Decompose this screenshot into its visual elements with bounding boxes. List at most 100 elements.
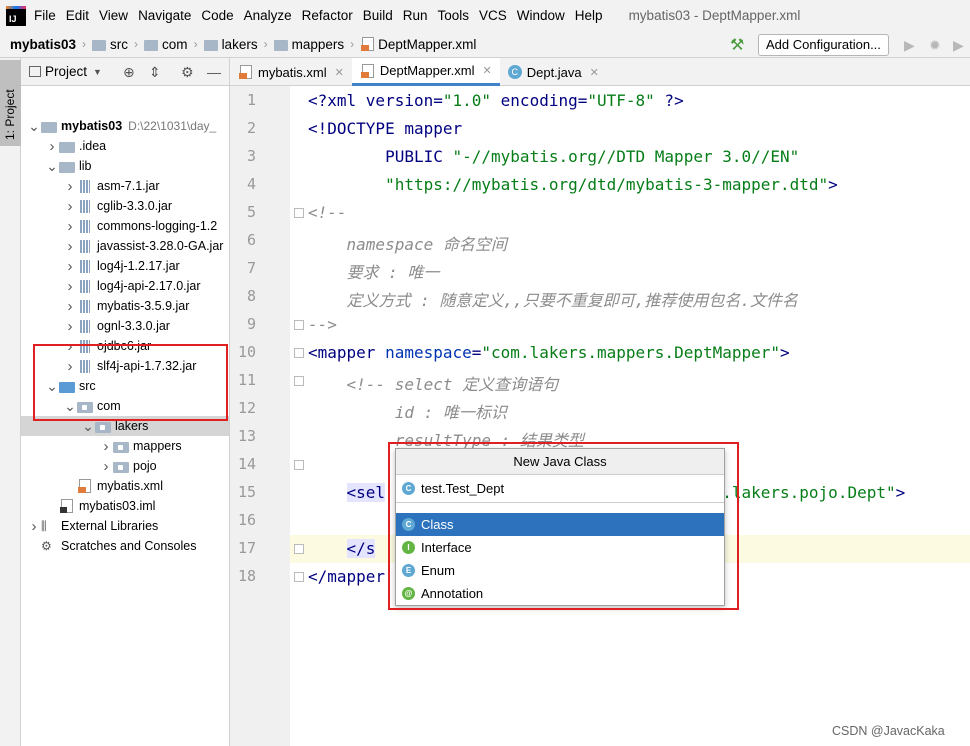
tree-item-mybatis03[interactable]: ⌄ mybatis03 D:\22\1031\day_ [21,116,229,136]
menu-item-navigate[interactable]: Navigate [138,8,191,23]
menu-item-vcs[interactable]: VCS [479,8,507,23]
add-configuration-button[interactable]: Add Configuration... [758,34,889,56]
tab-deptmapper-xml[interactable]: DeptMapper.xml ✕ [351,58,500,86]
menu-item-view[interactable]: View [99,8,128,23]
code-line[interactable]: <mapper namespace="com.lakers.mappers.De… [308,343,790,362]
debug-icon[interactable]: ✹ [929,37,941,54]
tree-item-log4j-api-2-17-0-jar[interactable]: › log4j-api-2.17.0.jar [21,276,229,296]
locate-target-icon[interactable]: ⊕ [123,64,135,81]
build-hammer-icon[interactable]: ⚒ [730,35,744,55]
chevron-right-icon[interactable]: › [63,238,77,255]
fold-marker-icon[interactable] [294,320,304,330]
fold-marker-icon[interactable] [294,544,304,554]
coverage-icon[interactable]: ▶ [953,37,964,54]
chevron-right-icon[interactable]: › [63,298,77,315]
code-editor[interactable]: 1 2 3 4 5 6 7 8 9 10 11 12 13 14 15 16 17 18 <?xml versio… [230,86,970,746]
collapse-all-icon[interactable]: ⇕ [149,64,161,81]
run-icon[interactable]: ▶ [904,37,915,54]
chevron-down-icon[interactable]: ⌄ [27,119,41,133]
tree-item-javassist-3-28-0-ga-jar[interactable]: › javassist-3.28.0-GA.jar [21,236,229,256]
tree-item-mappers[interactable]: › mappers [21,436,229,456]
menu-item-analyze[interactable]: Analyze [244,8,292,23]
menu-item-file[interactable]: File [34,8,56,23]
menu-item-code[interactable]: Code [201,8,233,23]
code-line[interactable]: namespace 命名空间 [308,231,507,255]
code-line[interactable]: <!-- [308,203,347,222]
tab-mybatis-xml[interactable]: mybatis.xml ✕ [230,58,352,86]
code-line[interactable]: --> [308,315,337,334]
tree-item--idea[interactable]: › .idea [21,136,229,156]
line-number: 8 [246,287,256,305]
minimize-icon[interactable]: — [207,64,221,80]
menu-item-tools[interactable]: Tools [438,8,470,23]
breadcrumb-item[interactable]: src [92,37,128,52]
fold-marker-icon[interactable] [294,460,304,470]
code-line[interactable]: 要求 : 唯一 [308,259,440,283]
close-icon[interactable]: ✕ [483,64,492,77]
chevron-right-icon[interactable]: › [99,458,113,475]
project-panel-title[interactable]: Project [45,64,87,79]
code-line[interactable]: "https://mybatis.org/dtd/mybatis-3-mappe… [308,175,838,194]
close-icon[interactable]: ✕ [335,66,344,79]
chevron-right-icon[interactable]: › [27,518,41,535]
tree-item-external-libraries[interactable]: › ⫼ External Libraries [21,516,229,536]
tree-item-ognl-3-3-0-jar[interactable]: › ognl-3.3.0.jar [21,316,229,336]
folder-icon [203,39,218,51]
chevron-down-icon[interactable]: ⌄ [81,419,95,433]
tree-item-label: pojo [133,459,157,473]
project-tool-tab[interactable]: 1: Project [0,60,21,146]
breadcrumb-item[interactable]: DeptMapper.xml [360,37,476,52]
code-line[interactable]: <!-- select 定义查询语句 [308,371,559,395]
code-line[interactable]: PUBLIC "-//mybatis.org//DTD Mapper 3.0//… [308,147,799,166]
breadcrumb-item[interactable]: com [144,37,188,52]
fold-marker-icon[interactable] [294,376,304,386]
code-token: </mapper [308,567,386,586]
tree-item-mybatis-3-5-9-jar[interactable]: › mybatis-3.5.9.jar [21,296,229,316]
breadcrumb-item[interactable]: mybatis03 [10,37,76,52]
close-icon[interactable]: ✕ [590,66,599,79]
tree-item-lib[interactable]: ⌄ lib [21,156,229,176]
tab-dept-java[interactable]: C Dept.java ✕ [500,58,607,86]
tree-item-asm-7-1-jar[interactable]: › asm-7.1.jar [21,176,229,196]
tree-item-cglib-3-3-0-jar[interactable]: › cglib-3.3.0.jar [21,196,229,216]
code-line[interactable]: </s [308,539,376,558]
chevron-right-icon[interactable]: › [63,258,77,275]
breadcrumb-item[interactable]: mappers [273,37,344,52]
chevron-right-icon[interactable]: › [63,178,77,195]
tab-label: mybatis.xml [258,64,327,80]
jar-icon [80,319,90,333]
chevron-right-icon[interactable]: › [63,318,77,335]
menu-item-window[interactable]: Window [517,8,565,23]
tree-item-pojo[interactable]: › pojo [21,456,229,476]
code-line[interactable]: <!DOCTYPE mapper [308,119,462,138]
fold-marker-icon[interactable] [294,208,304,218]
tree-item-mybatis03-iml[interactable]: mybatis03.iml [21,496,229,516]
tree-item-mybatis-xml[interactable]: mybatis.xml [21,476,229,496]
code-line[interactable]: </mapper [308,567,385,586]
breadcrumb-separator-icon: › [134,37,139,51]
code-line[interactable]: 定义方式 : 随意定义,,只要不重复即可,推荐使用包名.文件名 [308,287,798,311]
chevron-right-icon[interactable]: › [63,218,77,235]
tree-item-scratches-and-consoles[interactable]: ⚙ Scratches and Consoles [21,536,229,556]
menu-item-edit[interactable]: Edit [66,8,89,23]
chevron-right-icon[interactable]: › [63,278,77,295]
fold-marker-icon[interactable] [294,572,304,582]
chevron-right-icon[interactable]: › [63,198,77,215]
gear-icon[interactable]: ⚙ [181,64,194,81]
tree-item-commons-logging-1-2[interactable]: › commons-logging-1.2 [21,216,229,236]
code-line[interactable]: <?xml version="1.0" encoding="UTF-8" ?> [308,91,684,110]
chevron-right-icon[interactable]: › [99,438,113,455]
fold-marker-icon[interactable] [294,348,304,358]
chevron-down-icon[interactable]: ▼ [93,67,102,77]
menu-item-refactor[interactable]: Refactor [302,8,353,23]
chevron-down-icon[interactable]: ⌄ [45,159,59,173]
chevron-right-icon[interactable]: › [45,138,59,155]
tree-item-log4j-1-2-17-jar[interactable]: › log4j-1.2.17.jar [21,256,229,276]
menu-item-run[interactable]: Run [403,8,428,23]
breadcrumb-item[interactable]: lakers [203,37,258,52]
menu-item-build[interactable]: Build [363,8,393,23]
line-number: 2 [246,119,256,137]
code-line[interactable]: id : 唯一标识 [308,399,507,423]
menu-item-help[interactable]: Help [575,8,603,23]
